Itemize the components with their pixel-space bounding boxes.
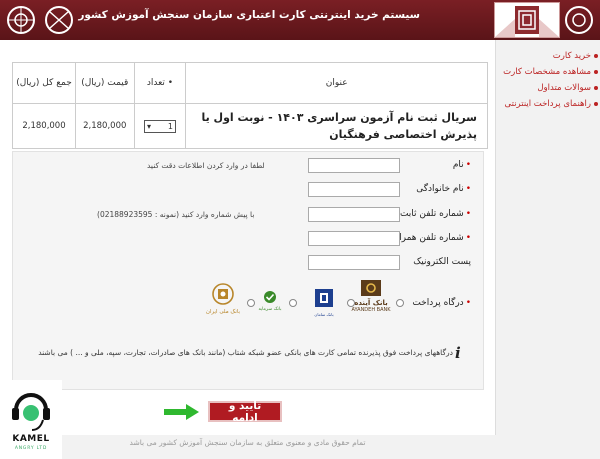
sidebar-menu: خرید کارت مشاهده مشخصات کارت سوالات متدا… [497,48,600,112]
phone-input[interactable] [308,207,400,222]
info-icon: i [455,344,461,362]
gateway-radio-sarmayeh[interactable] [289,299,297,307]
bank-ayandeh: بانک آینده AYANDEH BANK [350,280,392,313]
app-title: سیستم خرید اینترنتی کارت اعتباری سازمان … [78,9,420,21]
sidebar-item-faq[interactable]: سوالات متداول [497,80,600,96]
table-row: سریال ثبت نام آزمون سراسری ۱۴۰۳ - نوبت ا… [12,103,488,149]
item-qty-cell: ▾ 1 [133,103,187,149]
gateway-radio-melli[interactable] [247,299,255,307]
phone-hint: با پیش شماره وارد کنید (نمونه : 02188923… [97,210,255,219]
column-header-price: قیمت (ریال) [75,62,135,104]
column-header-title: عنوان [185,62,488,104]
saman-logo-icon [315,289,333,307]
item-title: سریال ثبت نام آزمون سراسری ۱۴۰۳ - نوبت ا… [185,103,488,149]
gateway-label: •درگاه پرداخت [412,298,471,308]
ornament-icon [45,6,73,34]
sidebar-item-view-card[interactable]: مشاهده مشخصات کارت [497,64,600,80]
quantity-select[interactable]: ▾ 1 [143,119,176,133]
ornament-icon [565,6,593,34]
name-label: •نام [452,160,471,170]
ayandeh-logo-icon [361,280,381,296]
bank-saman: بانک سامان [309,287,339,317]
headset-icon [12,393,50,431]
app-header: سیستم خرید اینترنتی کارت اعتباری سازمان … [0,0,600,40]
email-input[interactable] [308,255,400,270]
family-label: •نام خانوادگی [416,184,471,194]
table-header-row: عنوان • تعداد قیمت (ریال) جمع کل (ریال) [12,62,488,104]
submit-button[interactable]: تایید و ادامه [208,400,282,424]
gateway-note: درگاههای پرداخت فوق پذیرنده تمامی کارت ه… [38,348,453,357]
column-header-qty: • تعداد [133,62,187,104]
mobile-input[interactable] [308,231,400,246]
column-header-total: جمع کل (ریال) [12,62,76,104]
gateway-radio-saman[interactable] [347,299,355,307]
order-table: عنوان • تعداد قیمت (ریال) جمع کل (ریال) … [12,62,488,149]
mobile-label: •شماره تلفن همراه [394,233,471,243]
melli-logo-icon [212,283,234,305]
name-input[interactable] [308,158,400,173]
chevron-down-icon: ▾ [146,121,151,131]
organization-logo [494,2,560,38]
bank-sarmayeh: بانک سرمایه [253,290,287,312]
email-label: پست الکترونیک [413,257,471,267]
sidebar-item-buy-card[interactable]: خرید کارت [497,48,600,64]
logo-emblem-icon [495,6,559,37]
checkmark-icon [264,291,276,303]
customer-form: •نام لطفا در وارد کردن اطلاعات دقت کنید … [12,151,484,390]
name-hint: لطفا در وارد کردن اطلاعات دقت کنید [147,161,265,170]
sidebar-item-payment-guide[interactable]: راهنمای پرداخت اینترنتی [497,96,600,112]
bullet-icon [594,101,598,106]
gateway-radio-ayandeh[interactable] [396,299,404,307]
family-input[interactable] [308,182,400,197]
bank-melli: بانک ملی ایران [203,282,243,315]
ornament-icon [7,6,35,34]
item-total: 2,180,000 [12,103,76,149]
watermark-logo: KAMEL ANGRY LTD [0,380,62,459]
bullet-icon [594,85,598,90]
item-price: 2,180,000 [75,103,135,149]
arrow-right-icon [164,404,199,420]
bullet-icon [594,69,598,74]
footer-text: تمام حقوق مادی و معنوی متعلق به سازمان س… [129,438,366,447]
bullet-icon [594,53,598,58]
phone-label: •شماره تلفن ثابت [399,209,471,219]
